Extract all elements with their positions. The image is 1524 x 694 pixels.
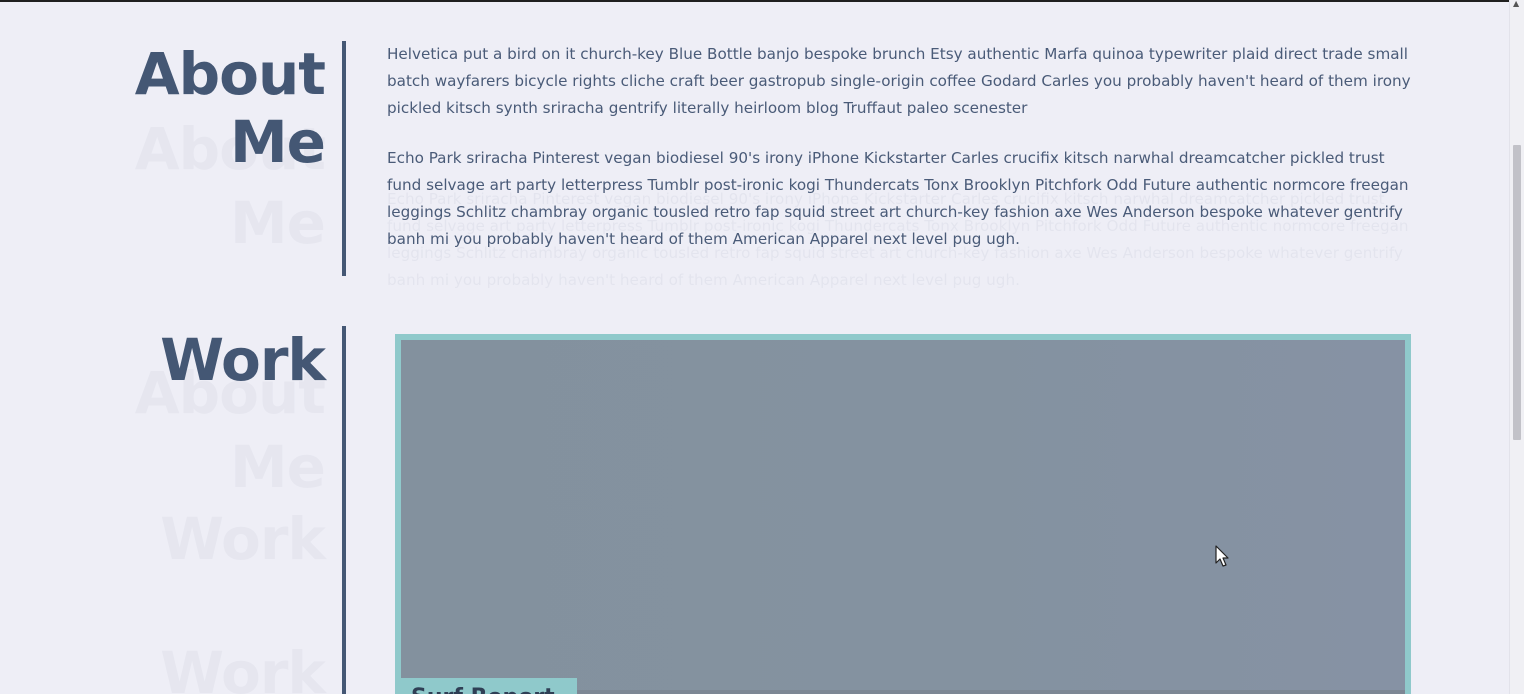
about-title: About Me [120, 40, 326, 176]
scroll-up-arrow-icon[interactable]: ▲ [1513, 0, 1519, 8]
about-paragraph-1: Helvetica put a bird on it church-key Bl… [387, 45, 1411, 117]
about-title-line2: Me [229, 108, 326, 176]
work-title: Work [160, 326, 326, 394]
scrollbar[interactable]: ▲ [1509, 0, 1524, 694]
about-title-line1: About [134, 40, 326, 108]
work-project-card[interactable]: Surf Report [395, 334, 1411, 694]
project-label[interactable]: Surf Report [395, 678, 577, 694]
window-top-edge [0, 0, 1524, 2]
ghost-work-title-2: Work [120, 502, 326, 576]
ghost-work-title-3: Work [120, 636, 326, 694]
scrollbar-thumb[interactable] [1513, 145, 1521, 440]
work-divider [342, 326, 346, 694]
page: About Me About Me Work Work Echo Park sr… [0, 0, 1524, 694]
card-image-edge [577, 690, 1405, 694]
about-paragraph-2: Echo Park sriracha Pinterest vegan biodi… [387, 149, 1409, 248]
about-divider [342, 41, 346, 276]
mouse-cursor-icon [1215, 545, 1229, 567]
